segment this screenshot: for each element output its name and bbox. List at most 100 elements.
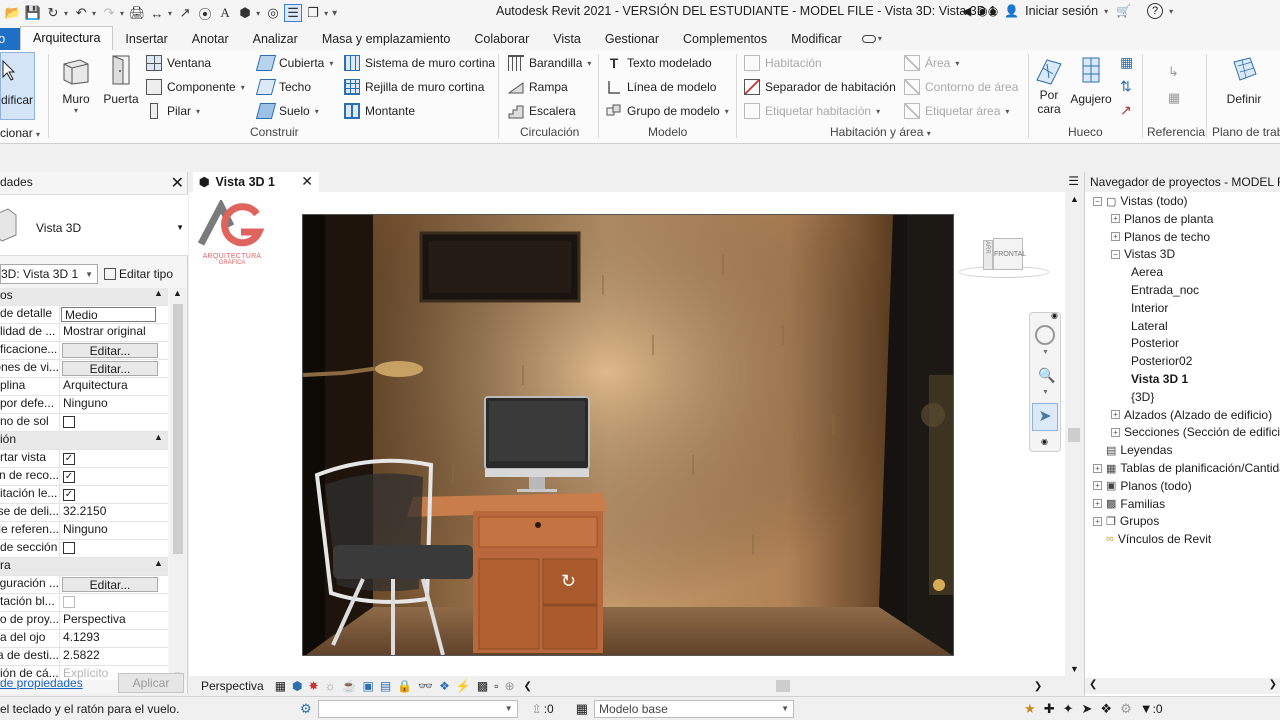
cart-icon[interactable]: 🛒: [1116, 4, 1131, 18]
area-button[interactable]: Área ▾: [904, 53, 959, 73]
nav-settings-icon[interactable]: ◉: [1041, 437, 1048, 446]
browser-node[interactable]: Vista 3D 1: [1131, 370, 1188, 388]
switch-windows-icon[interactable]: ❐: [304, 4, 322, 22]
workset-select[interactable]: ▼: [317, 699, 518, 718]
measure-caret-icon[interactable]: ▾: [168, 9, 172, 18]
collapse-icon[interactable]: ▲: [154, 288, 168, 305]
browser-node[interactable]: {3D}: [1131, 388, 1154, 406]
render-dialog-icon[interactable]: ☕: [342, 679, 357, 693]
edit-button[interactable]: Editar...: [62, 343, 158, 358]
fly-icon[interactable]: ➤: [1032, 403, 1058, 431]
scroll-thumb[interactable]: [173, 304, 183, 554]
tab-modificar[interactable]: Modificar: [779, 28, 854, 50]
property-value[interactable]: 2.5822: [60, 648, 168, 665]
browser-node[interactable]: Posterior02: [1131, 352, 1192, 370]
help-icon[interactable]: ?: [1147, 3, 1164, 19]
undo-caret-icon[interactable]: ▾: [92, 9, 96, 18]
property-section[interactable]: ra ▲: [0, 558, 168, 576]
signin-button[interactable]: Iniciar sesión: [1025, 4, 1098, 18]
property-value[interactable]: [60, 414, 168, 431]
hscroll-left-icon[interactable]: ❮: [524, 681, 532, 692]
collapse-icon[interactable]: ▲: [154, 558, 168, 575]
property-row[interactable]: rtar vista ✓: [0, 450, 168, 468]
scroll-thumb[interactable]: [775, 680, 790, 692]
select-pinned-icon[interactable]: ✦: [1063, 701, 1074, 717]
hscroll-left-icon[interactable]: ❮: [1089, 679, 1097, 690]
level-icon[interactable]: ↳: [1168, 64, 1179, 80]
tag-area-button[interactable]: Etiquetar área ▾: [904, 101, 1009, 121]
property-row[interactable]: de detalle Medio: [0, 306, 168, 324]
viewcube-side[interactable]: ARR: [983, 240, 993, 270]
property-row[interactable]: o de proy... Perspectiva: [0, 612, 168, 630]
expand-icon[interactable]: +: [1111, 427, 1120, 437]
open-icon[interactable]: 📂: [4, 4, 22, 22]
model-text-button[interactable]: T Texto modelado: [606, 53, 712, 73]
property-row[interactable]: se de deli... 32.2150: [0, 504, 168, 522]
sun-path-icon[interactable]: ✸: [309, 679, 319, 693]
drag-elements-icon[interactable]: ❖: [1100, 701, 1112, 717]
shaft-button[interactable]: Agujero: [1068, 54, 1114, 106]
hscroll-right-icon[interactable]: ❯: [1269, 679, 1277, 690]
collapse-icon[interactable]: −: [1093, 196, 1102, 206]
collapse-icon[interactable]: −: [1111, 249, 1120, 259]
hscroll-right-icon[interactable]: ❯: [1034, 681, 1042, 692]
by-face-button[interactable]: Por cara: [1032, 54, 1066, 116]
edit-button[interactable]: Editar...: [62, 361, 158, 376]
property-value[interactable]: Medio: [61, 307, 156, 322]
section-icon[interactable]: ◎: [264, 4, 282, 22]
property-value[interactable]: Arquitectura: [60, 378, 168, 395]
property-row[interactable]: itación le... ✓: [0, 486, 168, 504]
select-by-face-icon[interactable]: ➤: [1082, 701, 1093, 717]
wall-opening-icon[interactable]: ▦: [1120, 54, 1133, 71]
expand-icon[interactable]: +: [1111, 410, 1120, 420]
expand-icon[interactable]: +: [1093, 463, 1102, 473]
property-value[interactable]: ✓: [60, 450, 168, 467]
property-row[interactable]: de sección: [0, 540, 168, 558]
property-row[interactable]: guración ... Editar...: [0, 576, 168, 594]
browser-node[interactable]: − Vistas 3D: [1111, 245, 1175, 263]
expand-icon[interactable]: +: [1111, 214, 1120, 224]
dormer-opening-icon[interactable]: ↗: [1120, 102, 1132, 119]
property-row[interactable]: a del ojo 4.1293: [0, 630, 168, 648]
save-icon[interactable]: 💾: [24, 4, 42, 22]
checkbox[interactable]: ✓: [63, 471, 75, 483]
property-value[interactable]: Mostrar original: [60, 324, 168, 341]
tab-file[interactable]: vo: [0, 28, 20, 50]
door-button[interactable]: Puerta: [102, 54, 140, 106]
tag-icon[interactable]: ⦿: [196, 4, 214, 22]
checkbox[interactable]: ✓: [63, 453, 75, 465]
railing-button[interactable]: Barandilla ▾: [508, 53, 591, 73]
property-row[interactable]: no de sol: [0, 414, 168, 432]
ribbon-minimize-toggle[interactable]: ▾: [854, 28, 890, 50]
property-value[interactable]: Ninguno: [60, 522, 168, 539]
signin-caret-icon[interactable]: ▾: [1104, 7, 1108, 16]
property-row[interactable]: de referen... Ninguno: [0, 522, 168, 540]
lock-view-icon[interactable]: 🔒: [397, 679, 412, 693]
tab-list-icon[interactable]: ☰: [1068, 174, 1079, 188]
browser-node[interactable]: Interior: [1131, 299, 1168, 317]
viewcube[interactable]: ARR FRONTAL: [959, 232, 1055, 282]
window-button[interactable]: Ventana: [146, 53, 211, 73]
filter-select-icon[interactable]: ⇫: [532, 702, 542, 716]
thin-lines-icon[interactable]: ☰: [284, 4, 303, 22]
nav-caret-icon[interactable]: ▼: [1042, 389, 1049, 396]
floor-button[interactable]: Suelo ▾: [255, 101, 319, 121]
expand-icon[interactable]: +: [1093, 516, 1102, 526]
browser-node[interactable]: + ▣ Planos (todo): [1093, 477, 1192, 495]
redo-icon[interactable]: ↷: [100, 4, 118, 22]
edit-type-button[interactable]: Editar tipo: [104, 267, 173, 281]
browser-node[interactable]: + ❐ Grupos: [1093, 512, 1159, 530]
shadows-icon[interactable]: ☼: [325, 679, 336, 693]
apply-button[interactable]: Aplicar: [118, 673, 184, 693]
steering-wheel-icon[interactable]: [1035, 325, 1055, 345]
worksharing-icon[interactable]: ▩: [477, 679, 488, 693]
expand-left-icon[interactable]: ◀: [962, 4, 971, 18]
browser-node[interactable]: Entrada_noc: [1131, 281, 1199, 299]
browser-node[interactable]: Lateral: [1131, 317, 1168, 335]
zoom-icon[interactable]: 🔍: [1038, 367, 1055, 384]
property-row[interactable]: por defe... Ninguno: [0, 396, 168, 414]
default-3d-icon[interactable]: ⬢: [236, 4, 254, 22]
property-row[interactable]: ones de vi... Editar...: [0, 360, 168, 378]
temp-hide-icon[interactable]: 👓: [418, 679, 433, 693]
type-selector[interactable]: Vista 3D ▼: [0, 194, 188, 256]
